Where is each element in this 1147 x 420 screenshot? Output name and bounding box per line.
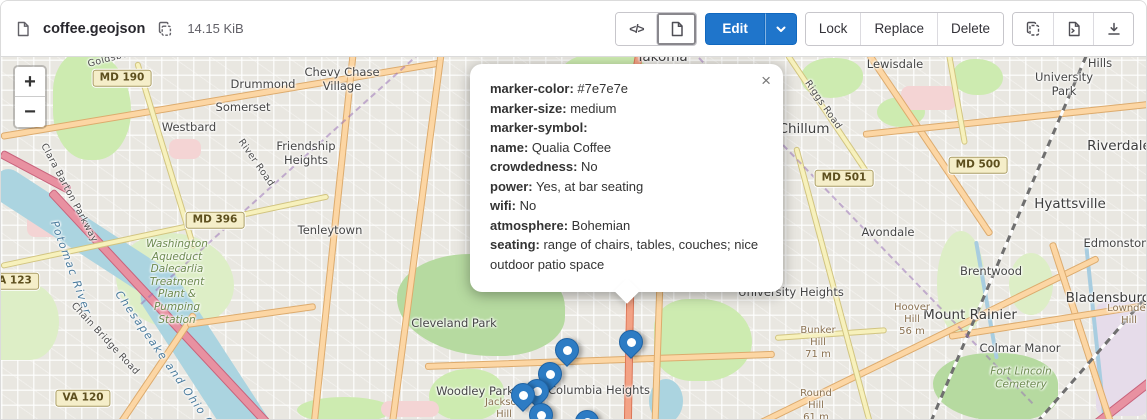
map-marker[interactable] (528, 402, 554, 420)
park-area (654, 299, 752, 381)
map-label: Hyattsville (1034, 196, 1106, 212)
open-raw-button[interactable] (1053, 13, 1093, 45)
file-header: coffee.geojson 14.15 KiB </> Edit Lock R… (1, 1, 1146, 57)
chevron-down-icon (775, 23, 787, 35)
lock-button[interactable]: Lock (806, 13, 861, 45)
geojson-map[interactable]: TakomaLewisdaleCalvert HillsUniversity P… (1, 57, 1147, 420)
delete-button[interactable]: Delete (937, 13, 1003, 45)
map-label: Columbia Heights (548, 384, 650, 398)
road-primary (310, 57, 356, 420)
road-shield: MD 396 (186, 212, 245, 229)
map-marker[interactable] (574, 409, 600, 420)
popup-property: atmosphere: Bohemian (490, 216, 763, 236)
display-source-button[interactable]: </> (616, 13, 656, 45)
road-secondary (793, 146, 874, 420)
map-label: Somerset (216, 101, 271, 115)
popup-property: name: Qualia Coffee (490, 138, 763, 158)
popup-property: seating: range of chairs, tables, couche… (490, 235, 763, 274)
copy-contents-icon (1025, 21, 1041, 37)
map-label: Westbard (162, 121, 216, 135)
popup-property: crowdedness: No (490, 157, 763, 177)
map-zoom-control: + − (13, 65, 47, 129)
map-label: Round Hill 61 m (800, 388, 832, 420)
map-label: Chillum (779, 121, 830, 137)
popup-property: marker-color: #7e7e7e (490, 79, 763, 99)
map-label: Woodley Park (436, 385, 514, 399)
copy-contents-button[interactable] (1013, 13, 1053, 45)
map-label: Avondale (862, 226, 915, 240)
header-actions: </> Edit Lock Replace Delete (615, 12, 1134, 46)
display-rendered-button[interactable] (656, 13, 696, 45)
download-icon (1106, 21, 1122, 37)
map-label: Mount Rainier (923, 307, 1017, 323)
map-label: River Road (235, 137, 276, 189)
raw-file-icon (1066, 21, 1082, 37)
marker-dot (627, 338, 636, 347)
file-viewer: coffee.geojson 14.15 KiB </> Edit Lock R… (0, 0, 1147, 420)
popup-close-button[interactable]: × (759, 70, 773, 91)
file-actions-group: Lock Replace Delete (805, 12, 1004, 46)
replace-button[interactable]: Replace (860, 13, 937, 45)
map-label: Friendship Heights (276, 140, 335, 168)
download-button[interactable] (1093, 13, 1133, 45)
road-shield: MD 500 (949, 157, 1008, 174)
marker-dot (537, 411, 546, 420)
road-shield: VA 120 (55, 390, 110, 407)
retail-area (169, 139, 201, 159)
copy-path-button[interactable] (155, 19, 175, 39)
zoom-out-button[interactable]: − (15, 97, 45, 127)
file-size: 14.15 KiB (187, 21, 243, 36)
map-marker[interactable] (618, 329, 644, 362)
zoom-in-button[interactable]: + (15, 67, 45, 97)
map-label: Lowndes Hill (1107, 303, 1147, 327)
edit-button[interactable]: Edit (705, 13, 765, 45)
map-label: Chevy Chase Village (304, 66, 379, 94)
edit-dropdown-button[interactable] (765, 13, 797, 45)
map-label: Calvert Hills (1076, 57, 1124, 71)
road-shield: MD 501 (815, 170, 874, 187)
map-label: Brentwood (960, 265, 1022, 279)
map-label: Bunker Hill 71 m (800, 325, 835, 361)
marker-dot (519, 391, 528, 400)
park-area (953, 59, 1003, 95)
document-icon (669, 21, 685, 37)
popup-property: power: Yes, at bar seating (490, 177, 763, 197)
map-label: Cleveland Park (411, 317, 497, 331)
map-label: Washington Aqueduct Dalecarlia Treatment… (146, 238, 208, 326)
road-shield: MD 190 (93, 70, 152, 87)
file-icon (13, 19, 33, 39)
popup-tail (614, 278, 639, 303)
edit-split-button: Edit (705, 13, 797, 45)
view-toggle-group: </> (615, 12, 697, 46)
popup-property: wifi: No (490, 196, 763, 216)
popup-property: marker-symbol: (490, 118, 763, 138)
marker-dot (563, 346, 572, 355)
retail-area (901, 86, 956, 110)
road-shield: A 123 (1, 273, 39, 290)
map-label: Hoover Hill 56 m (894, 302, 930, 338)
popup-properties: marker-color: #7e7e7emarker-size: medium… (490, 79, 763, 274)
map-label: Drummond (231, 78, 296, 92)
map-label: Colmar Manor (980, 342, 1061, 356)
map-label: Riverdale (1087, 138, 1147, 154)
map-label: Lewisdale (867, 58, 924, 72)
map-label: Tenleytown (298, 224, 363, 238)
map-label: Fort Lincoln Cemetery (990, 365, 1051, 390)
map-label: University Park (1022, 71, 1106, 99)
popup-property: marker-size: medium (490, 99, 763, 119)
marker-popup: × marker-color: #7e7e7emarker-size: medi… (470, 64, 783, 292)
map-label: Edmonston (1084, 237, 1147, 251)
code-icon: </> (629, 22, 643, 36)
park-area (1, 284, 59, 360)
utility-group (1012, 12, 1134, 46)
file-name: coffee.geojson (43, 21, 145, 37)
